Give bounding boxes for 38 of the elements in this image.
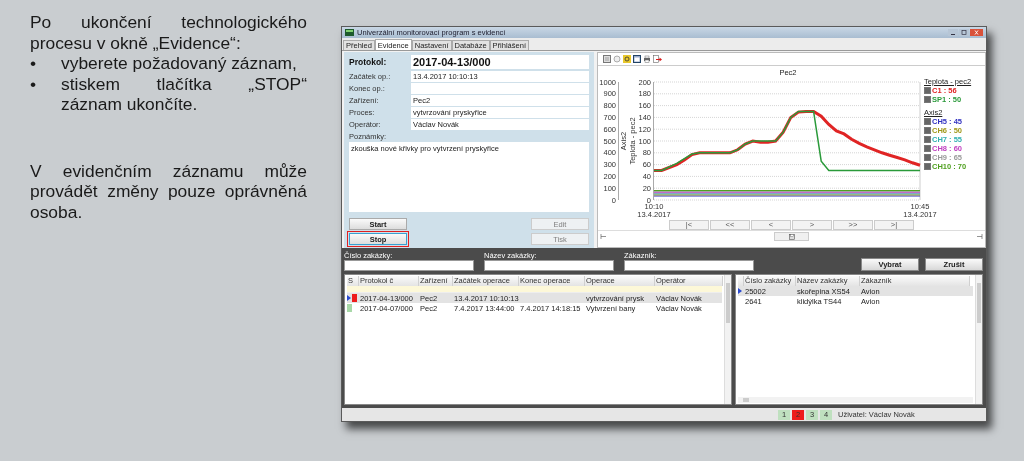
input-field[interactable] (411, 83, 589, 94)
close-icon[interactable] (970, 29, 983, 36)
minimize-icon[interactable] (948, 29, 958, 36)
filter-field[interactable] (624, 260, 754, 271)
bullet-mark: • (30, 73, 38, 96)
window-icon[interactable] (633, 55, 641, 63)
scroll-end-icon[interactable] (976, 233, 983, 240)
row-pointer-icon (738, 288, 742, 294)
field-label: Protokol: (349, 57, 388, 67)
legend-checkbox[interactable] (924, 154, 931, 161)
legend-checkbox[interactable] (924, 145, 931, 152)
bullet-mark: • (30, 53, 38, 74)
legend-checkbox[interactable] (924, 136, 931, 143)
legend-checkbox[interactable] (924, 118, 931, 125)
filter-field[interactable] (484, 260, 614, 271)
note-text: V evidenčním záznamu může provádět změny pouze oprávněná osoba. (30, 160, 307, 222)
row-pointer-icon (347, 295, 351, 301)
intro-text: Po ukončení technologického procesu v okně „Evidence“: (30, 12, 307, 53)
header-corner (738, 276, 744, 286)
grid-icon[interactable] (603, 55, 611, 63)
scrollbar[interactable] (975, 275, 982, 404)
export-icon[interactable] (653, 55, 662, 63)
protocol-field[interactable]: 2017-04-13/000 (411, 55, 589, 69)
save-icon (788, 233, 795, 240)
save-button[interactable] (774, 232, 809, 241)
filter-field[interactable] (344, 260, 474, 271)
legend-checkbox[interactable] (924, 127, 931, 134)
scrollbar[interactable] (738, 397, 973, 403)
app-icon (345, 29, 354, 36)
scrollbar[interactable] (724, 275, 731, 404)
print-icon[interactable] (643, 55, 651, 63)
legend-checkbox[interactable] (924, 87, 931, 94)
legend-checkbox[interactable] (924, 163, 931, 170)
scroll-start-icon[interactable] (600, 233, 607, 240)
legend-checkbox[interactable] (924, 96, 931, 103)
bullet-text: stiskem tlačítka „STOP“ záznam ukončíte. (61, 73, 307, 115)
maximize-icon[interactable] (959, 29, 969, 36)
bullet-text: vyberete požadovaný záznam, (61, 53, 298, 74)
